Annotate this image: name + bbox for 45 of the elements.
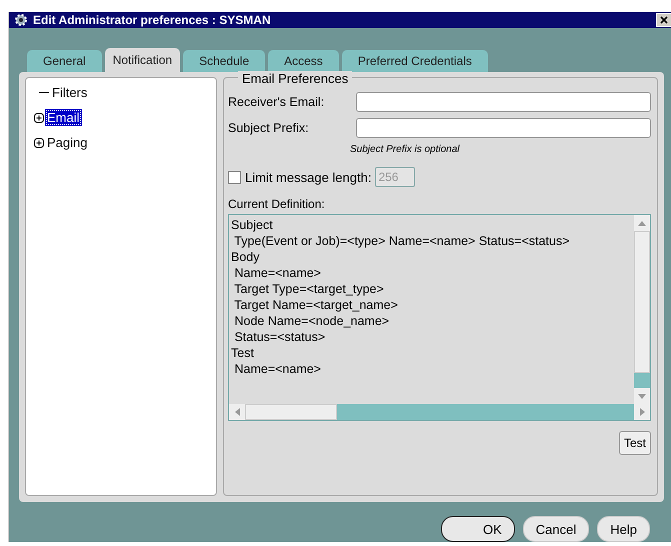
tree-item[interactable]: Paging (45, 134, 90, 151)
text-line: Target Type=<target_type> (233, 281, 385, 297)
tab[interactable]: Notification (104, 48, 180, 72)
group-title: Email Preferences (238, 71, 352, 86)
scrollbar-track[interactable] (634, 373, 650, 388)
close-button[interactable] (656, 13, 671, 27)
field-label: Subject Prefix: (228, 121, 310, 135)
dialog-button[interactable]: Cancel (522, 516, 590, 542)
tab[interactable]: Schedule (183, 50, 266, 72)
dialog-button[interactable]: Help (597, 516, 650, 542)
text-line: Body (231, 249, 260, 265)
tab[interactable]: Access (268, 50, 339, 72)
right-arrow-icon[interactable] (640, 408, 644, 416)
field-label: Receiver's Email: (228, 95, 326, 109)
dialog-button[interactable]: OK (440, 516, 515, 542)
text-area[interactable]: Subject Type(Event or Job)=<type> Name=<name> Status=<status> Body Name=<name> Target Type=<target_type> Target Name=<target_name> Node Name=<node_name> Status=<status> Test Name=<name> (228, 214, 651, 421)
vertical-scrollbar[interactable] (634, 215, 650, 404)
close-icon (660, 16, 668, 24)
tab[interactable]: General (27, 50, 102, 72)
text-line: Node Name=<node_name> (233, 313, 390, 329)
input-field[interactable] (356, 92, 651, 112)
text-line: Name=<name> (233, 265, 322, 281)
text-line: Target Name=<target_name> (233, 297, 399, 313)
checkbox-label: Limit message length: (245, 170, 372, 184)
expand-icon[interactable] (34, 112, 44, 122)
up-arrow-icon[interactable] (638, 220, 646, 226)
tab[interactable]: Preferred Credentials (342, 50, 488, 72)
down-arrow-icon[interactable] (638, 394, 646, 398)
input-field[interactable] (356, 118, 651, 138)
left-arrow-icon[interactable] (234, 408, 240, 416)
tree-item[interactable]: Filters (50, 84, 90, 101)
window-title: Edit Administrator preferences : SYSMAN (33, 13, 271, 27)
text-line: Status=<status> (233, 329, 326, 345)
expand-icon[interactable] (34, 138, 44, 148)
text-line: Name=<name> (233, 361, 322, 377)
test-button[interactable]: Test (618, 431, 651, 455)
scrollbar-thumb[interactable] (634, 231, 650, 373)
text-line: Test (231, 345, 255, 361)
text-line: Type(Event or Job)=<type> Name=<name> Status=<status> (233, 233, 571, 249)
scrollbar-thumb[interactable] (245, 404, 337, 420)
hint-text: Subject Prefix is optional (350, 144, 461, 155)
gear-icon (13, 13, 29, 27)
text-line: Subject (231, 217, 274, 233)
tree-item[interactable]: Email (45, 109, 82, 126)
field-label: Current Definition: (228, 197, 326, 211)
